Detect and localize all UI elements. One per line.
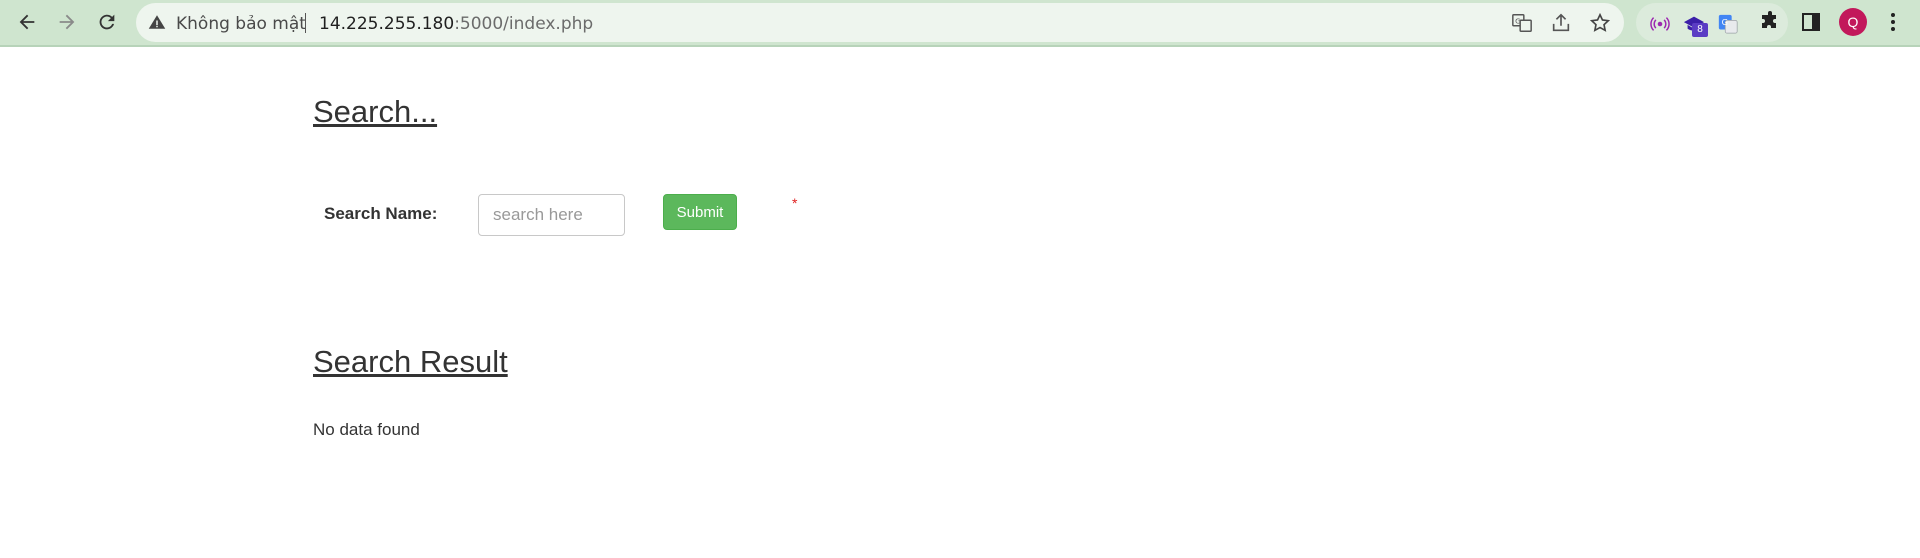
puzzle-icon[interactable] [1758, 10, 1782, 34]
required-marker: * [792, 195, 798, 211]
url-text[interactable]: 14.225.255.180:5000/index.php [319, 14, 593, 34]
back-arrow-icon [19, 14, 35, 30]
no-data-message: No data found [313, 420, 420, 439]
forward-button[interactable] [52, 9, 82, 35]
translate-icon[interactable]: G [1511, 12, 1533, 34]
google-translate-extension-icon[interactable]: G [1716, 13, 1740, 35]
bookmark-star-icon[interactable] [1589, 12, 1611, 34]
svg-text:G: G [1722, 17, 1728, 27]
search-result-heading: Search Result [313, 344, 508, 379]
svg-text:G: G [1515, 16, 1521, 25]
broadcast-extension-icon[interactable] [1648, 13, 1672, 35]
url-path: :5000/index.php [454, 14, 594, 34]
forward-arrow-icon [59, 14, 75, 30]
submit-button[interactable]: Submit [663, 194, 737, 230]
back-button[interactable] [12, 9, 42, 35]
reload-icon [99, 14, 115, 30]
side-panel-icon[interactable] [1799, 10, 1823, 34]
address-bar[interactable]: Không bảo mật 14.225.255.180:5000/index.… [136, 3, 1624, 42]
separator [305, 13, 306, 33]
reload-button[interactable] [92, 9, 122, 35]
search-heading: Search... [313, 94, 438, 129]
warning-icon [148, 15, 166, 29]
profile-avatar[interactable]: Q [1839, 8, 1867, 36]
extension-badge: 8 [1692, 23, 1708, 37]
search-input[interactable] [478, 194, 625, 236]
share-icon[interactable] [1550, 12, 1572, 34]
url-host: 14.225.255.180 [319, 14, 455, 34]
menu-kebab-icon[interactable] [1881, 10, 1905, 34]
page-content: Search... Search Name: Submit * Search R… [0, 49, 1920, 558]
search-name-label: Search Name: [324, 204, 438, 223]
browser-toolbar: Không bảo mật 14.225.255.180:5000/index.… [0, 0, 1920, 47]
security-label[interactable]: Không bảo mật [176, 14, 306, 34]
